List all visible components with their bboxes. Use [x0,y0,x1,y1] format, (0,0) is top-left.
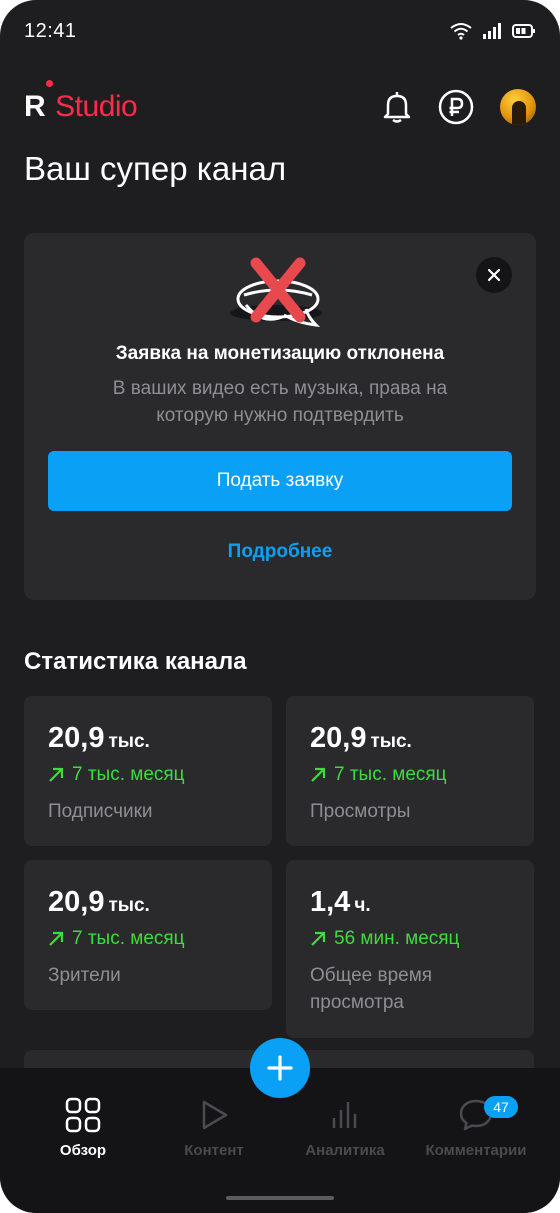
nav-item-overview[interactable]: Обзор [13,1094,153,1159]
logo-letter: R [24,90,46,123]
arrow-up-right-icon [311,931,326,946]
stat-value: 20,9 тыс. [48,722,150,755]
stat-value: 20,9 тыс. [48,886,150,919]
app-header: R Studio [24,80,536,130]
stat-label: Подписчики [48,801,153,822]
stat-card-watch-time[interactable]: 1,4 ч. 56 мин. месяц Общее время просмотр… [286,860,534,1038]
nav-icon-wrap [275,1094,415,1136]
bell-icon[interactable] [382,90,412,124]
stat-unit: тыс. [108,895,150,916]
stat-delta-text: 7 тыс. месяц [72,764,185,785]
signal-icon [483,23,501,39]
stat-value: 1,4 ч. [310,886,371,919]
avatar[interactable] [500,89,536,125]
nav-item-comments[interactable]: 47 Комментарии [406,1094,546,1159]
nav-label: Аналитика [305,1142,385,1159]
stat-value: 20,9 тыс. [310,722,412,755]
monetization-notice-card: Заявка на монетизацию отклонена В ваших … [24,233,536,600]
notice-text: В ваших видео есть музыка, права на кото… [112,378,448,426]
play-icon [202,1100,228,1130]
plus-icon [267,1055,293,1081]
rstudio-logo[interactable]: R Studio [24,80,138,124]
status-bar: 12:41 [24,18,536,44]
nav-icon-wrap [13,1094,153,1136]
phone-screen: 12:41 R Studio Ваш супер канал Заявка на… [0,0,560,1213]
notice-title: Заявка на монетизацию отклонена [115,343,445,364]
stat-delta: 7 тыс. месяц [48,764,185,786]
header-actions [382,89,536,125]
close-icon [487,268,501,282]
battery-icon [512,24,535,38]
stat-delta: 56 мин. месяц [310,928,459,950]
rejected-illustration-icon [230,257,322,327]
stat-card-subscribers[interactable]: 20,9 тыс. 7 тыс. месяц Подписчики [24,696,272,846]
submit-application-button[interactable]: Подать заявку [48,451,512,511]
nav-icon-wrap [144,1094,284,1136]
arrow-up-right-icon [49,767,64,782]
nav-label: Контент [184,1142,244,1159]
stat-number: 20,9 [48,722,105,754]
stat-unit: тыс. [108,731,150,752]
stat-card-viewers[interactable]: 20,9 тыс. 7 тыс. месяц Зрители [24,860,272,1010]
stat-delta: 7 тыс. месяц [310,764,447,786]
nav-item-analytics[interactable]: Аналитика [275,1094,415,1159]
arrow-up-right-icon [49,931,64,946]
logo-dot [46,80,53,87]
stat-number: 20,9 [48,886,105,918]
nav-item-content[interactable]: Контент [144,1094,284,1159]
logo-word: Studio [55,90,138,123]
grid-icon [65,1097,101,1133]
stat-unit: тыс. [370,731,412,752]
stat-delta: 7 тыс. месяц [48,928,185,950]
wifi-icon [450,23,472,40]
close-button[interactable] [476,257,512,293]
nav-icon-wrap: 47 [406,1094,546,1136]
ruble-icon[interactable] [438,89,474,125]
stat-card-views[interactable]: 20,9 тыс. 7 тыс. месяц Просмотры [286,696,534,846]
stat-unit: ч. [354,895,371,916]
page-title: Ваш супер канал [24,150,287,187]
stat-label: Общее время просмотра [310,965,433,1013]
stat-number: 20,9 [310,722,367,754]
stat-label: Зрители [48,965,121,986]
status-time: 12:41 [24,19,77,42]
comments-count-badge: 47 [484,1096,518,1118]
stats-section-title: Статистика канала [24,648,247,675]
bar-chart-icon [332,1102,357,1128]
stat-delta-text: 7 тыс. месяц [72,928,185,949]
stat-label: Просмотры [310,801,411,822]
nav-label: Обзор [59,1142,107,1159]
arrow-up-right-icon [311,767,326,782]
stat-delta-text: 56 мин. месяц [334,928,460,949]
add-button[interactable] [250,1038,310,1098]
status-icons [450,22,536,40]
nav-label: Комментарии [425,1142,527,1159]
stat-number: 1,4 [310,886,351,918]
more-info-link[interactable]: Подробнее [24,541,536,563]
stat-delta-text: 7 тыс. месяц [334,764,447,785]
home-indicator [226,1196,334,1200]
